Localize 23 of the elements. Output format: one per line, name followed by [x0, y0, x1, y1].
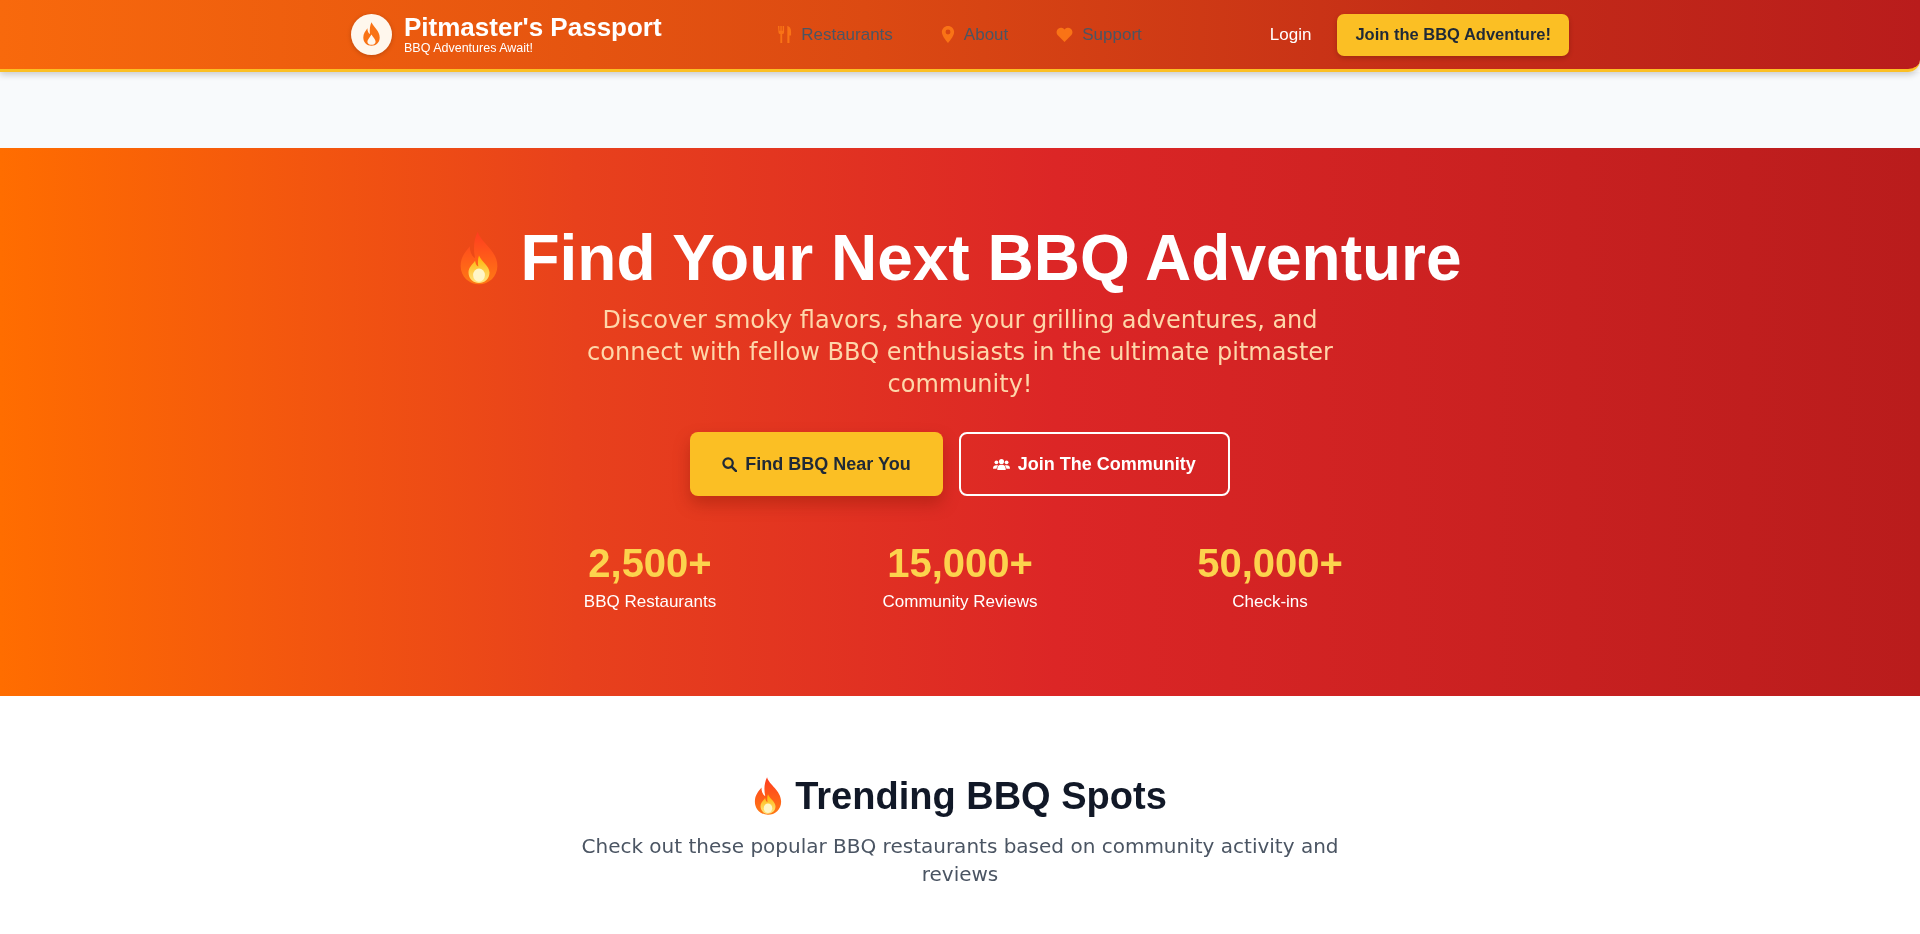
stat-value: 50,000+ — [1197, 540, 1343, 587]
section-subtitle: Check out these popular BBQ restaurants based on community activity and reviews — [580, 833, 1340, 888]
stat-label: BBQ Restaurants — [583, 591, 717, 613]
users-icon — [992, 458, 1010, 470]
brand-tagline: BBQ Adventures Await! — [404, 41, 534, 56]
brand-title[interactable]: Pitmaster's Passport — [404, 13, 662, 41]
flame-icon — [753, 777, 784, 815]
stat-value: 2,500+ — [588, 540, 712, 587]
stat-value: 15,000+ — [887, 540, 1033, 587]
signup-button[interactable]: Join the BBQ Adventure! — [1337, 13, 1569, 56]
hero-subtitle: Discover smoky flavors, share your grilling adventures, and connect with fellow BBQ enthusiasts in the ultimate pitmaster community! — [586, 305, 1334, 400]
join-community-button[interactable]: Join The Community — [958, 432, 1230, 496]
stat-label: Community Reviews — [882, 591, 1038, 613]
find-bbq-button[interactable]: Find BBQ Near You — [690, 432, 943, 496]
heart-icon — [1056, 27, 1074, 42]
hero-title: Find Your Next BBQ Adventure — [520, 221, 1462, 296]
flame-logo-icon[interactable] — [351, 14, 392, 55]
login-link[interactable]: Login — [1269, 24, 1312, 45]
map-pin-icon — [940, 26, 955, 43]
search-icon — [722, 456, 738, 472]
section-title: Trending BBQ Spots — [795, 774, 1167, 819]
fork-knife-icon — [778, 26, 793, 43]
stat-label: Check-ins — [1232, 591, 1308, 613]
